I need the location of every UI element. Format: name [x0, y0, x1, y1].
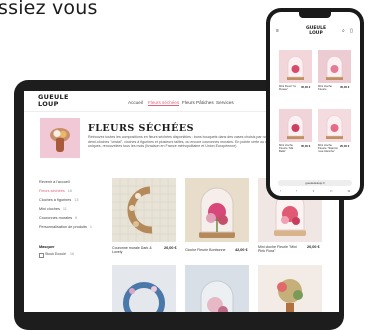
product-image[interactable] [185, 265, 249, 312]
product-price: 35,00 € [301, 144, 311, 148]
sidebar-item-label: Fleurs séchées [39, 189, 65, 193]
product-name[interactable]: Mini cloche Fleurie [318, 84, 340, 91]
product-image[interactable] [258, 265, 322, 312]
cloche-image [199, 187, 235, 238]
product-image[interactable] [318, 109, 351, 142]
nav-fleurs-sechees[interactable]: Fleurs séchées [148, 100, 180, 106]
sidebar-item-count: 11 [62, 207, 67, 211]
wreath-image [123, 282, 165, 312]
sidebar-item-count: 13 [74, 198, 79, 202]
product-image[interactable] [279, 109, 312, 142]
product-image[interactable] [318, 50, 351, 83]
cloche-image [326, 115, 343, 139]
product-name[interactable]: Mini cloche Fleurie "Stanton rose blanch… [318, 143, 340, 154]
stock-checkbox[interactable] [39, 253, 44, 258]
product-name[interactable]: Mini Fleuri "la Rosée" [279, 84, 301, 91]
cart-icon[interactable]: ▯ [350, 28, 353, 34]
product-name[interactable]: Mini cloche Fleurie "Mini Pink Flora" [258, 245, 304, 253]
sidebar-item-cloches-figurines[interactable]: Cloches à figurines 13 [39, 198, 79, 202]
sidebar-item-label: Couronnes murales [39, 216, 73, 220]
page-description: Retrouvez toutes les compositions en fle… [88, 135, 281, 149]
back-icon[interactable]: ‹ [280, 189, 281, 193]
filter-option-count: 16 [69, 252, 74, 256]
brand-logo[interactable]: GUEULE LOUP [38, 94, 69, 108]
bookmarks-icon[interactable]: ▭ [330, 189, 333, 193]
sidebar-item-count: 16 [67, 189, 72, 193]
product-price: 20,00 € [307, 245, 320, 249]
product-price: 42,00 € [235, 248, 248, 252]
logo-line: LOUP [38, 100, 59, 108]
tabs-icon[interactable]: ⧉ [348, 189, 350, 193]
sidebar-item-personnalisation[interactable]: Personnalisation de produits 1 [39, 225, 92, 229]
wreath-image [112, 178, 176, 242]
product-price: 20,00 € [164, 246, 177, 250]
sidebar-item-label: Cloches à figurines [39, 198, 72, 202]
cloche-image [287, 56, 304, 80]
address-bar[interactable]: gueuledeloup.fr [278, 180, 352, 186]
headline-text: ssiez vous [0, 0, 98, 19]
product-price: 20,00 € [340, 144, 350, 148]
product-image[interactable] [112, 265, 176, 312]
product-name[interactable]: Couronne murale Dark & Lovely [112, 246, 154, 254]
share-icon[interactable]: ⇪ [312, 189, 315, 193]
product-image[interactable] [185, 178, 249, 242]
product-name[interactable]: Mini cloche Fleurie "Ma Belle" [279, 143, 301, 154]
filter-option[interactable]: Stock Ecoulé 16 [45, 252, 74, 256]
sidebar-item-couronnes[interactable]: Couronnes murales 6 [39, 216, 77, 220]
cloche-image [200, 280, 234, 312]
search-icon[interactable]: ⌕ [342, 28, 345, 34]
product-name[interactable]: Cloche Fleurie Bonbonne [185, 248, 229, 252]
sidebar-item-label: Personnalisation de produits [39, 225, 87, 229]
phone-screen: ≡ GUEULE LOUP ⌕ ▯ Mini Fleuri "la Rosée"… [270, 12, 360, 196]
menu-icon[interactable]: ≡ [276, 28, 279, 34]
logo-line: LOUP [309, 30, 323, 36]
forward-icon[interactable]: › [296, 189, 297, 193]
sidebar-item-count: 1 [89, 225, 93, 229]
browser-toolbar: ‹ › ⇪ ▭ ⧉ [280, 189, 350, 193]
sidebar-item-mini-cloches[interactable]: Mini cloches 11 [39, 207, 67, 211]
phone-notch [299, 12, 331, 18]
filter-heading: Masquer [39, 245, 55, 249]
filter-option-label: Stock Ecoulé [45, 252, 66, 256]
sidebar-item-label: Mini cloches [39, 207, 60, 211]
nav-accueil[interactable]: Accueil [128, 100, 143, 105]
bouquet-image [277, 279, 303, 312]
product-price: 35,00 € [301, 85, 311, 89]
product-price: 35,00 € [340, 85, 350, 89]
cloche-image [326, 56, 343, 80]
sidebar-item-count: 6 [75, 216, 78, 220]
nav-fleurs-patiches[interactable]: Fleurs Pâtiches [182, 100, 214, 105]
product-image[interactable] [112, 178, 176, 242]
hero-image [40, 118, 80, 158]
brand-logo[interactable]: GUEULE LOUP [306, 26, 326, 37]
nav-services[interactable]: Services [216, 100, 234, 105]
product-image[interactable] [279, 50, 312, 83]
back-link[interactable]: Revenir à l'accueil [39, 180, 70, 184]
sidebar-item-fleurs-sechees[interactable]: Fleurs séchées 16 [39, 189, 72, 193]
cloche-image [287, 115, 304, 139]
page-title: FLEURS SÉCHÉES [88, 123, 194, 134]
